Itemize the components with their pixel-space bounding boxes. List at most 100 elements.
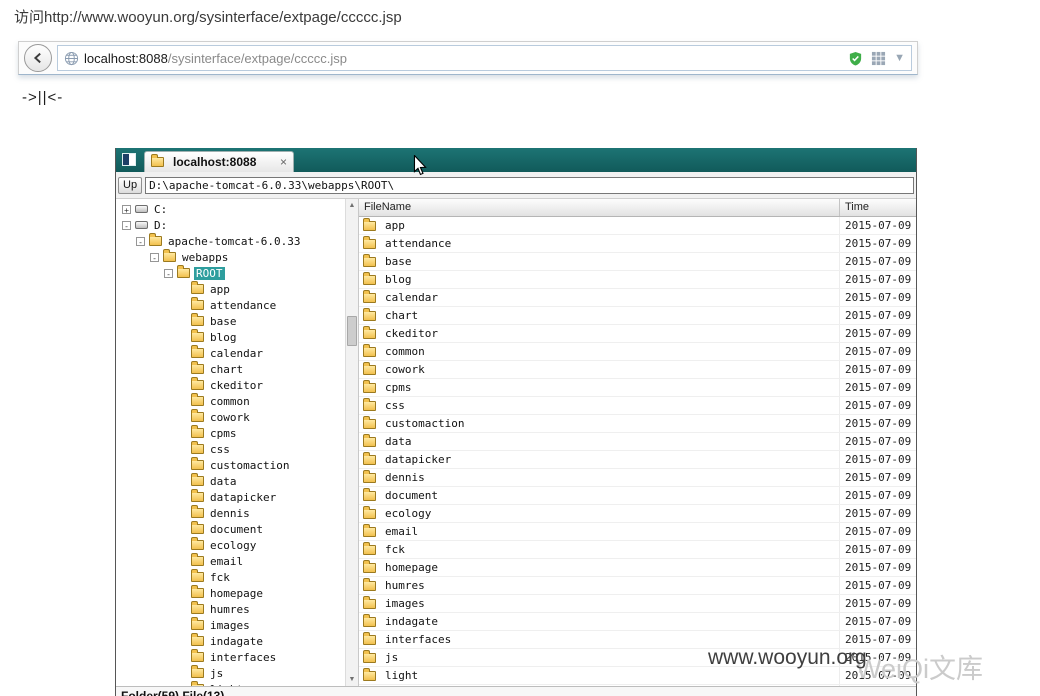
tree-item[interactable]: - ROOT: [116, 265, 345, 281]
tree-item-label[interactable]: app: [208, 283, 232, 296]
file-name[interactable]: email: [385, 525, 418, 538]
tree-item[interactable]: interfaces: [116, 649, 345, 665]
file-name-cell[interactable]: cpms: [359, 379, 840, 396]
tree-item[interactable]: customaction: [116, 457, 345, 473]
file-row[interactable]: blog 2015-07-09: [359, 271, 916, 289]
file-row[interactable]: calendar 2015-07-09: [359, 289, 916, 307]
file-name-cell[interactable]: homepage: [359, 559, 840, 576]
file-name-cell[interactable]: common: [359, 343, 840, 360]
file-name-cell[interactable]: app: [359, 217, 840, 234]
tree-item[interactable]: homepage: [116, 585, 345, 601]
file-name-cell[interactable]: attendance: [359, 235, 840, 252]
file-name[interactable]: blog: [385, 273, 412, 286]
tree-item[interactable]: fck: [116, 569, 345, 585]
tree-item[interactable]: images: [116, 617, 345, 633]
file-name-cell[interactable]: dennis: [359, 469, 840, 486]
tree-item-label[interactable]: apache-tomcat-6.0.33: [166, 235, 302, 248]
file-name[interactable]: document: [385, 489, 438, 502]
url-field[interactable]: localhost:8088/sysinterface/extpage/cccc…: [57, 45, 912, 71]
file-row[interactable]: customaction 2015-07-09: [359, 415, 916, 433]
file-row[interactable]: indagate 2015-07-09: [359, 613, 916, 631]
scrollbar-thumb[interactable]: [347, 316, 357, 346]
file-row[interactable]: homepage 2015-07-09: [359, 559, 916, 577]
file-row[interactable]: email 2015-07-09: [359, 523, 916, 541]
tree-item-label[interactable]: datapicker: [208, 491, 278, 504]
tree-item-label[interactable]: ckeditor: [208, 379, 265, 392]
file-name-cell[interactable]: ecology: [359, 505, 840, 522]
file-name-cell[interactable]: blog: [359, 271, 840, 288]
tree-scrollbar[interactable]: ▲ ▼: [345, 199, 359, 686]
tree-item-label[interactable]: js: [208, 667, 225, 680]
file-row[interactable]: main 2015-07-09: [359, 685, 916, 686]
file-name-cell[interactable]: indagate: [359, 613, 840, 630]
file-name-cell[interactable]: calendar: [359, 289, 840, 306]
file-name[interactable]: images: [385, 597, 425, 610]
file-name[interactable]: homepage: [385, 561, 438, 574]
file-name-cell[interactable]: data: [359, 433, 840, 450]
back-button[interactable]: [24, 44, 52, 72]
tree-item[interactable]: - webapps: [116, 249, 345, 265]
file-name-cell[interactable]: cowork: [359, 361, 840, 378]
path-input[interactable]: [145, 177, 914, 194]
expander-icon[interactable]: -: [150, 253, 159, 262]
file-name[interactable]: js: [385, 651, 398, 664]
file-name[interactable]: customaction: [385, 417, 464, 430]
file-row[interactable]: chart 2015-07-09: [359, 307, 916, 325]
file-name-cell[interactable]: customaction: [359, 415, 840, 432]
tree-item[interactable]: document: [116, 521, 345, 537]
tree-item-label[interactable]: cowork: [208, 411, 252, 424]
file-name[interactable]: indagate: [385, 615, 438, 628]
file-name-cell[interactable]: images: [359, 595, 840, 612]
file-name-cell[interactable]: document: [359, 487, 840, 504]
tree-item[interactable]: base: [116, 313, 345, 329]
tree-item[interactable]: ecology: [116, 537, 345, 553]
file-name-cell[interactable]: chart: [359, 307, 840, 324]
tree-item[interactable]: chart: [116, 361, 345, 377]
file-row[interactable]: app 2015-07-09: [359, 217, 916, 235]
tree-item-label[interactable]: cpms: [208, 427, 239, 440]
file-name[interactable]: humres: [385, 579, 425, 592]
tree-item-label[interactable]: document: [208, 523, 265, 536]
tree-item[interactable]: dennis: [116, 505, 345, 521]
file-name-cell[interactable]: base: [359, 253, 840, 270]
file-name-cell[interactable]: email: [359, 523, 840, 540]
tree-item[interactable]: app: [116, 281, 345, 297]
tree-item-label[interactable]: images: [208, 619, 252, 632]
tree-item[interactable]: datapicker: [116, 489, 345, 505]
tree-item-label[interactable]: fck: [208, 571, 232, 584]
file-name[interactable]: light: [385, 669, 418, 682]
file-name[interactable]: attendance: [385, 237, 451, 250]
tree-item-label[interactable]: customaction: [208, 459, 291, 472]
tree-item[interactable]: blog: [116, 329, 345, 345]
tree-item[interactable]: js: [116, 665, 345, 681]
tree-item-label[interactable]: interfaces: [208, 651, 278, 664]
expander-icon[interactable]: +: [122, 205, 131, 214]
tree-item-label[interactable]: C:: [152, 203, 169, 216]
explorer-tab[interactable]: localhost:8088 ×: [144, 151, 294, 172]
tree-item-label[interactable]: base: [208, 315, 239, 328]
tree-item-label[interactable]: D:: [152, 219, 169, 232]
tree-item[interactable]: light: [116, 681, 345, 686]
file-name[interactable]: ckeditor: [385, 327, 438, 340]
tab-close-icon[interactable]: ×: [280, 157, 287, 167]
file-row[interactable]: cowork 2015-07-09: [359, 361, 916, 379]
tree-item[interactable]: cowork: [116, 409, 345, 425]
file-name[interactable]: data: [385, 435, 412, 448]
file-name-cell[interactable]: datapicker: [359, 451, 840, 468]
tree-item[interactable]: email: [116, 553, 345, 569]
compatibility-grid-icon[interactable]: [871, 51, 886, 66]
file-name[interactable]: interfaces: [385, 633, 451, 646]
scroll-up-icon[interactable]: ▲: [346, 199, 358, 212]
tree-item[interactable]: common: [116, 393, 345, 409]
tree-item-label[interactable]: webapps: [180, 251, 230, 264]
file-name[interactable]: datapicker: [385, 453, 451, 466]
security-shield-icon[interactable]: [848, 51, 863, 66]
file-row[interactable]: common 2015-07-09: [359, 343, 916, 361]
tree-item-label[interactable]: data: [208, 475, 239, 488]
tree-item-label[interactable]: css: [208, 443, 232, 456]
file-row[interactable]: dennis 2015-07-09: [359, 469, 916, 487]
tree-item[interactable]: cpms: [116, 425, 345, 441]
file-name[interactable]: calendar: [385, 291, 438, 304]
tree-item-label[interactable]: email: [208, 555, 245, 568]
file-name[interactable]: chart: [385, 309, 418, 322]
